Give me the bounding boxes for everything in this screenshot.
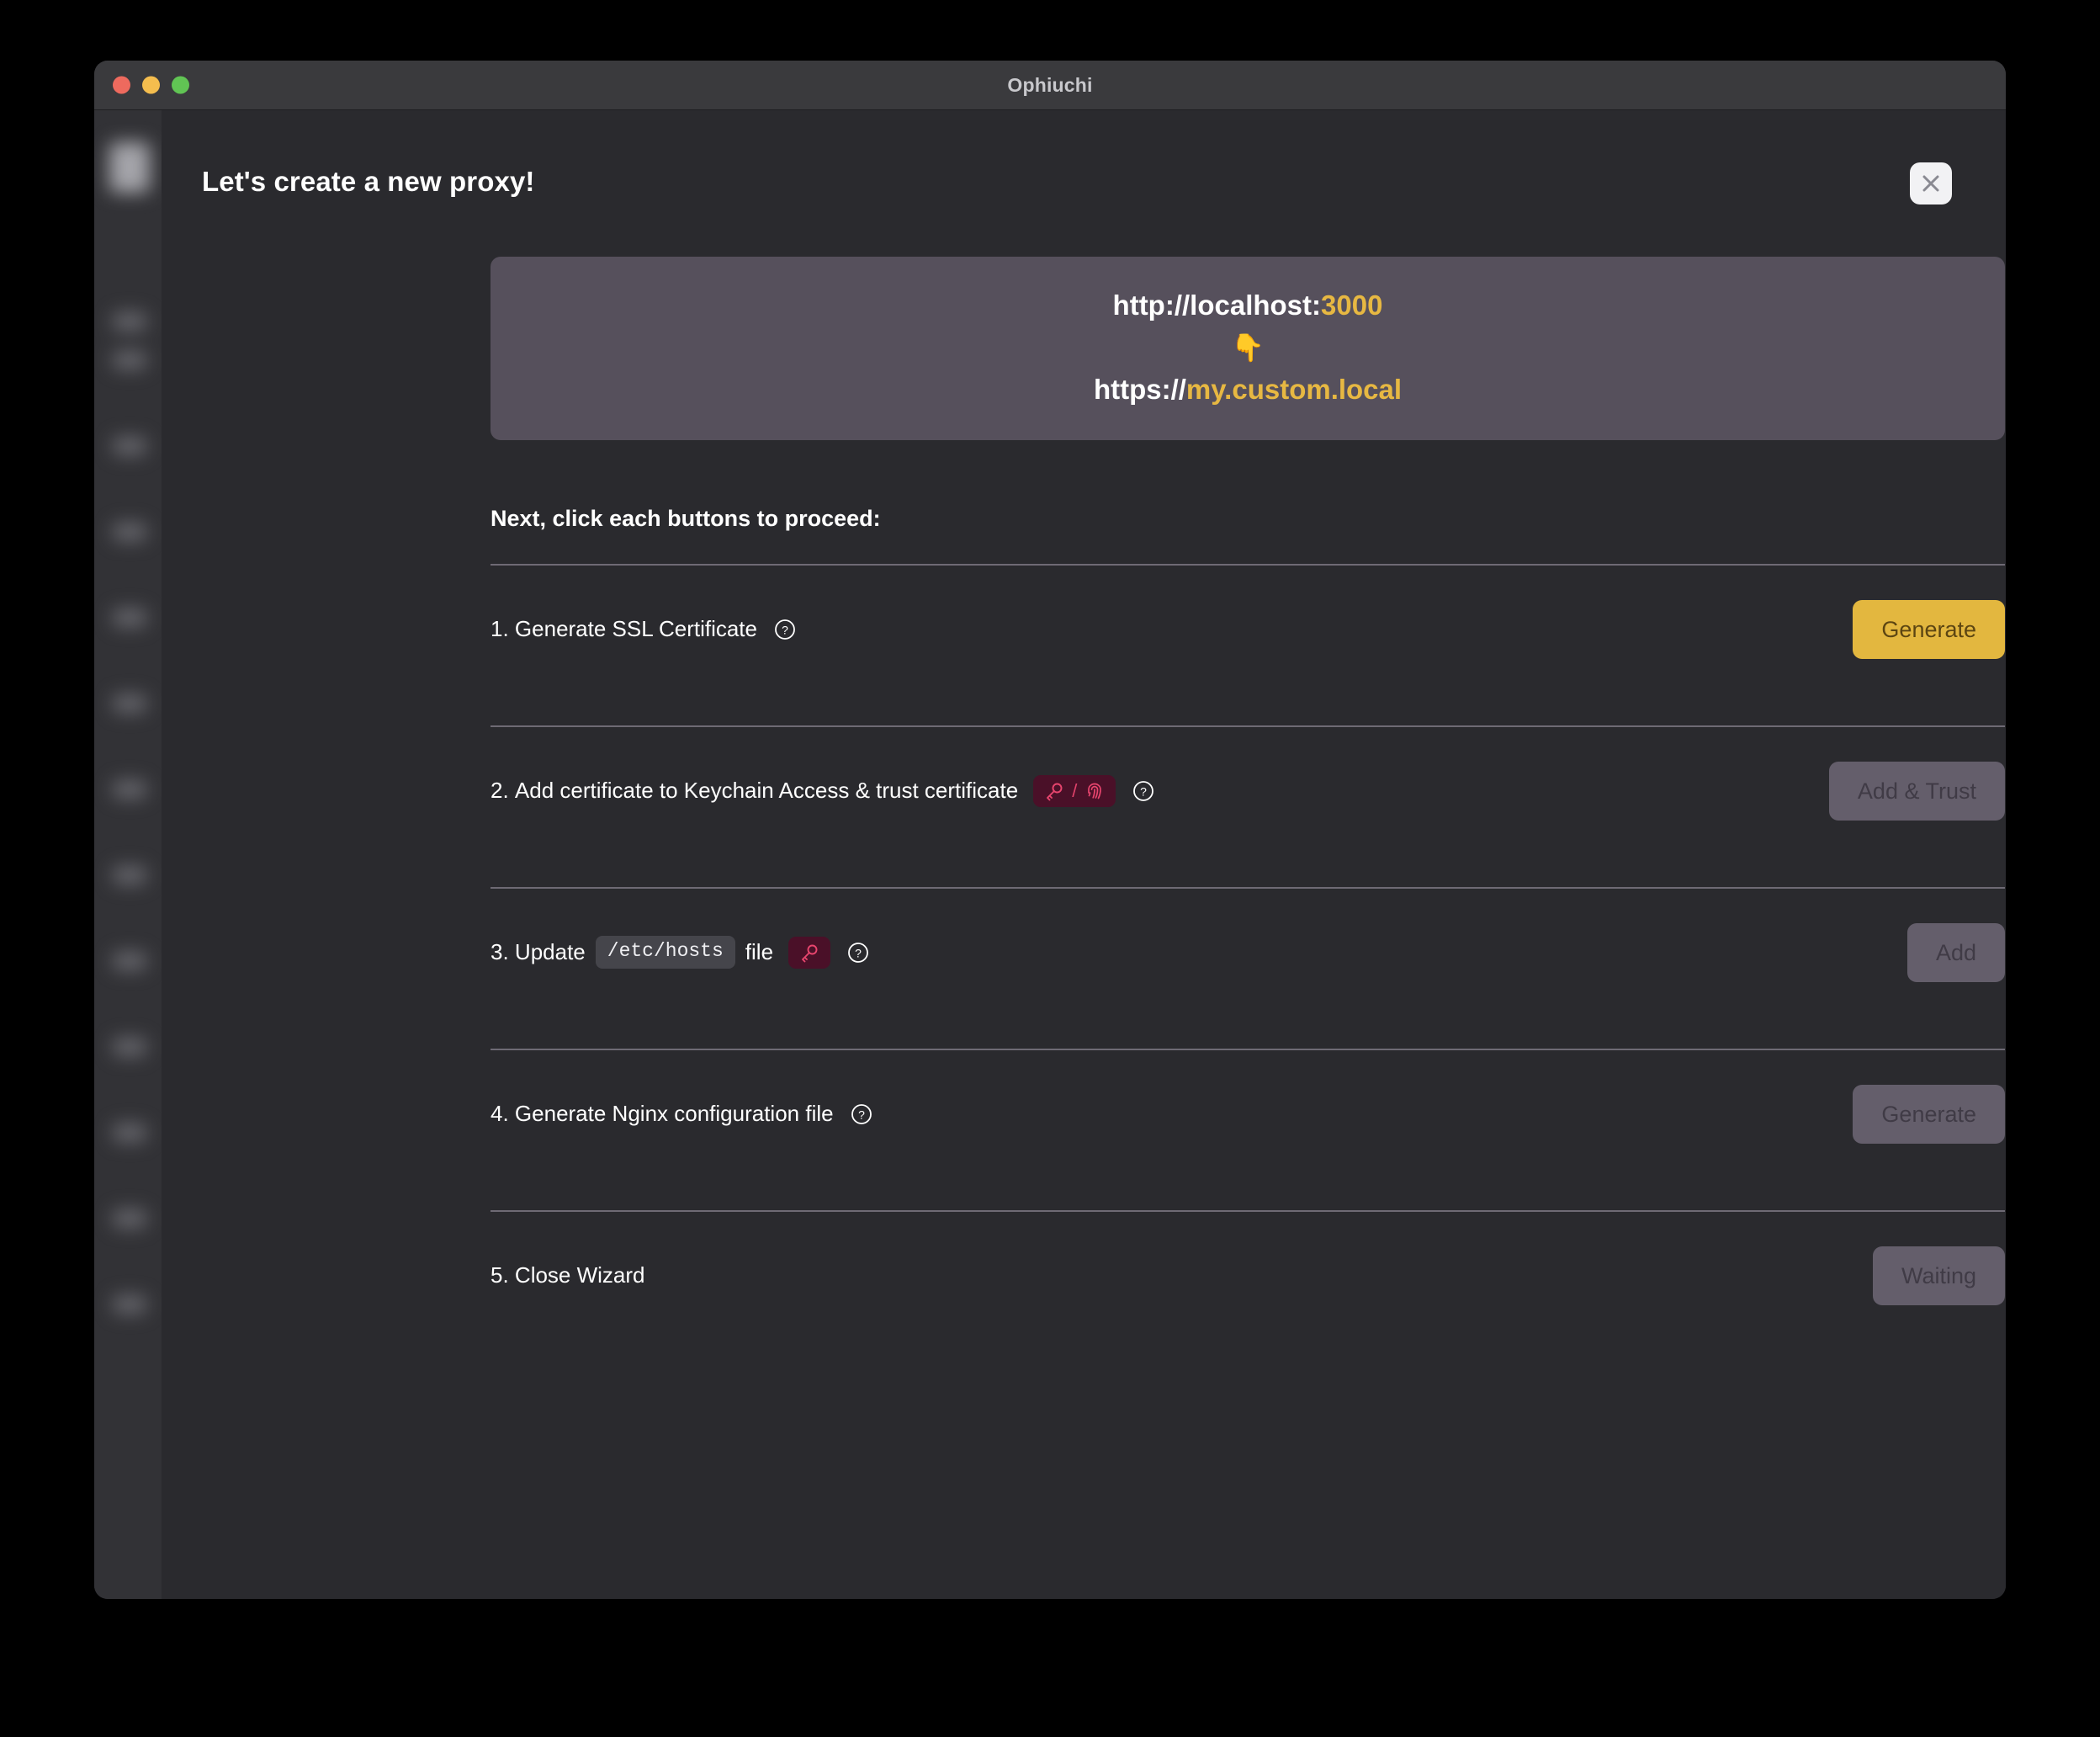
down-pointing-finger-icon: 👇 — [1231, 332, 1265, 363]
help-icon[interactable]: ? — [774, 619, 796, 640]
source-url-prefix: http://localhost: — [1112, 290, 1322, 321]
window-title: Ophiuchi — [1007, 73, 1093, 96]
target-url-line: https://my.custom.local — [491, 373, 2005, 406]
permission-badge-key — [788, 936, 831, 969]
window-close-button[interactable] — [113, 76, 130, 94]
step-1-action-button[interactable]: Generate — [1853, 599, 2005, 659]
window-body: Let's create a new proxy! http://localho… — [94, 110, 2006, 1599]
sidebar-item-11 — [113, 1123, 146, 1142]
sidebar-item-10 — [113, 1038, 146, 1056]
svg-text:?: ? — [858, 1108, 865, 1121]
step-2-label: 2. Add certificate to Keychain Access & … — [491, 774, 1154, 807]
permission-badge-key-fingerprint: / — [1033, 774, 1116, 807]
step-1-label: 1. Generate SSL Certificate ? — [491, 616, 796, 642]
target-url-host: my.custom.local — [1185, 374, 1403, 406]
target-url-prefix: https:// — [1093, 374, 1186, 406]
close-icon[interactable] — [1910, 162, 1952, 205]
url-preview-card: http://localhost:3000 👇 https://my.custo… — [491, 257, 2005, 440]
step-4-action-button[interactable]: Generate — [1853, 1084, 2005, 1144]
sidebar-item-6 — [113, 694, 146, 713]
step-3-number: 3. — [491, 939, 509, 965]
step-2-action-button[interactable]: Add & Trust — [1828, 761, 2005, 821]
sidebar-item-9 — [113, 952, 146, 970]
desktop-background: Ophiuchi Let's create a new proxy! http:… — [0, 0, 2100, 1737]
step-5-action-button[interactable]: Waiting — [1872, 1246, 2005, 1305]
wizard-step-3: 3. Update /etc/hosts file ? Add — [491, 889, 2005, 1017]
wizard-step-5: 5. Close Wizard Waiting — [491, 1212, 2005, 1340]
wizard-step-2: 2. Add certificate to Keychain Access & … — [491, 727, 2005, 855]
create-proxy-wizard-modal: Let's create a new proxy! http://localho… — [162, 110, 2006, 1599]
step-2-text: Add certificate to Keychain Access & tru… — [514, 778, 1019, 804]
sidebar-item-1 — [113, 312, 146, 331]
sidebar-item-8 — [113, 866, 146, 884]
step-5-label: 5. Close Wizard — [491, 1262, 645, 1288]
sidebar-item-12 — [113, 1209, 146, 1228]
window-zoom-button[interactable] — [172, 76, 189, 94]
svg-text:?: ? — [1140, 784, 1147, 798]
sidebar-item-7 — [113, 780, 146, 799]
step-3-action-button[interactable]: Add — [1906, 922, 2005, 982]
step-1-number: 1. — [491, 616, 509, 642]
sidebar-item-3 — [113, 437, 146, 455]
sidebar-item-2 — [113, 351, 146, 369]
step-3-label: 3. Update /etc/hosts file ? — [491, 936, 869, 969]
help-icon[interactable]: ? — [847, 942, 869, 964]
modal-content: http://localhost:3000 👇 https://my.custo… — [162, 257, 2006, 1340]
step-3-text: Update — [514, 939, 586, 965]
sidebar-item-5 — [113, 608, 146, 627]
step-3-text-after: file — [745, 939, 774, 965]
wizard-step-1: 1. Generate SSL Certificate ? Generate — [491, 566, 2005, 693]
modal-title: Let's create a new proxy! — [202, 166, 535, 197]
wizard-steps-list: 1. Generate SSL Certificate ? Generate 2… — [491, 563, 2005, 1340]
step-2-number: 2. — [491, 778, 509, 804]
source-url-port: 3000 — [1321, 290, 1383, 321]
svg-text:?: ? — [782, 623, 788, 636]
hosts-file-path-chip: /etc/hosts — [595, 936, 735, 969]
modal-header: Let's create a new proxy! — [162, 110, 2006, 205]
source-url-line: http://localhost:3000 — [491, 289, 2005, 322]
step-5-number: 5. — [491, 1262, 509, 1288]
sidebar-item-4 — [113, 523, 146, 541]
key-icon — [799, 943, 819, 963]
wizard-step-4: 4. Generate Nginx configuration file ? G… — [491, 1050, 2005, 1178]
app-window: Ophiuchi Let's create a new proxy! http:… — [94, 61, 2006, 1599]
step-4-label: 4. Generate Nginx configuration file ? — [491, 1101, 872, 1127]
instructions-text: Next, click each buttons to proceed: — [491, 505, 881, 531]
step-4-text: Generate Nginx configuration file — [514, 1101, 834, 1127]
window-minimize-button[interactable] — [142, 76, 160, 94]
step-5-text: Close Wizard — [514, 1262, 645, 1288]
fingerprint-icon — [1084, 781, 1105, 801]
step-4-number: 4. — [491, 1101, 509, 1127]
window-titlebar[interactable]: Ophiuchi — [94, 61, 2006, 110]
sidebar-blurred-content — [94, 110, 162, 1599]
traffic-lights — [113, 76, 189, 94]
help-icon[interactable]: ? — [1132, 780, 1154, 802]
sidebar-avatar — [109, 142, 150, 193]
step-1-text: Generate SSL Certificate — [514, 616, 757, 642]
app-sidebar[interactable] — [94, 110, 162, 1599]
key-icon — [1044, 781, 1064, 801]
badge-separator: / — [1072, 779, 1078, 801]
help-icon[interactable]: ? — [851, 1103, 872, 1125]
svg-text:?: ? — [855, 946, 862, 959]
sidebar-item-13 — [113, 1295, 146, 1314]
